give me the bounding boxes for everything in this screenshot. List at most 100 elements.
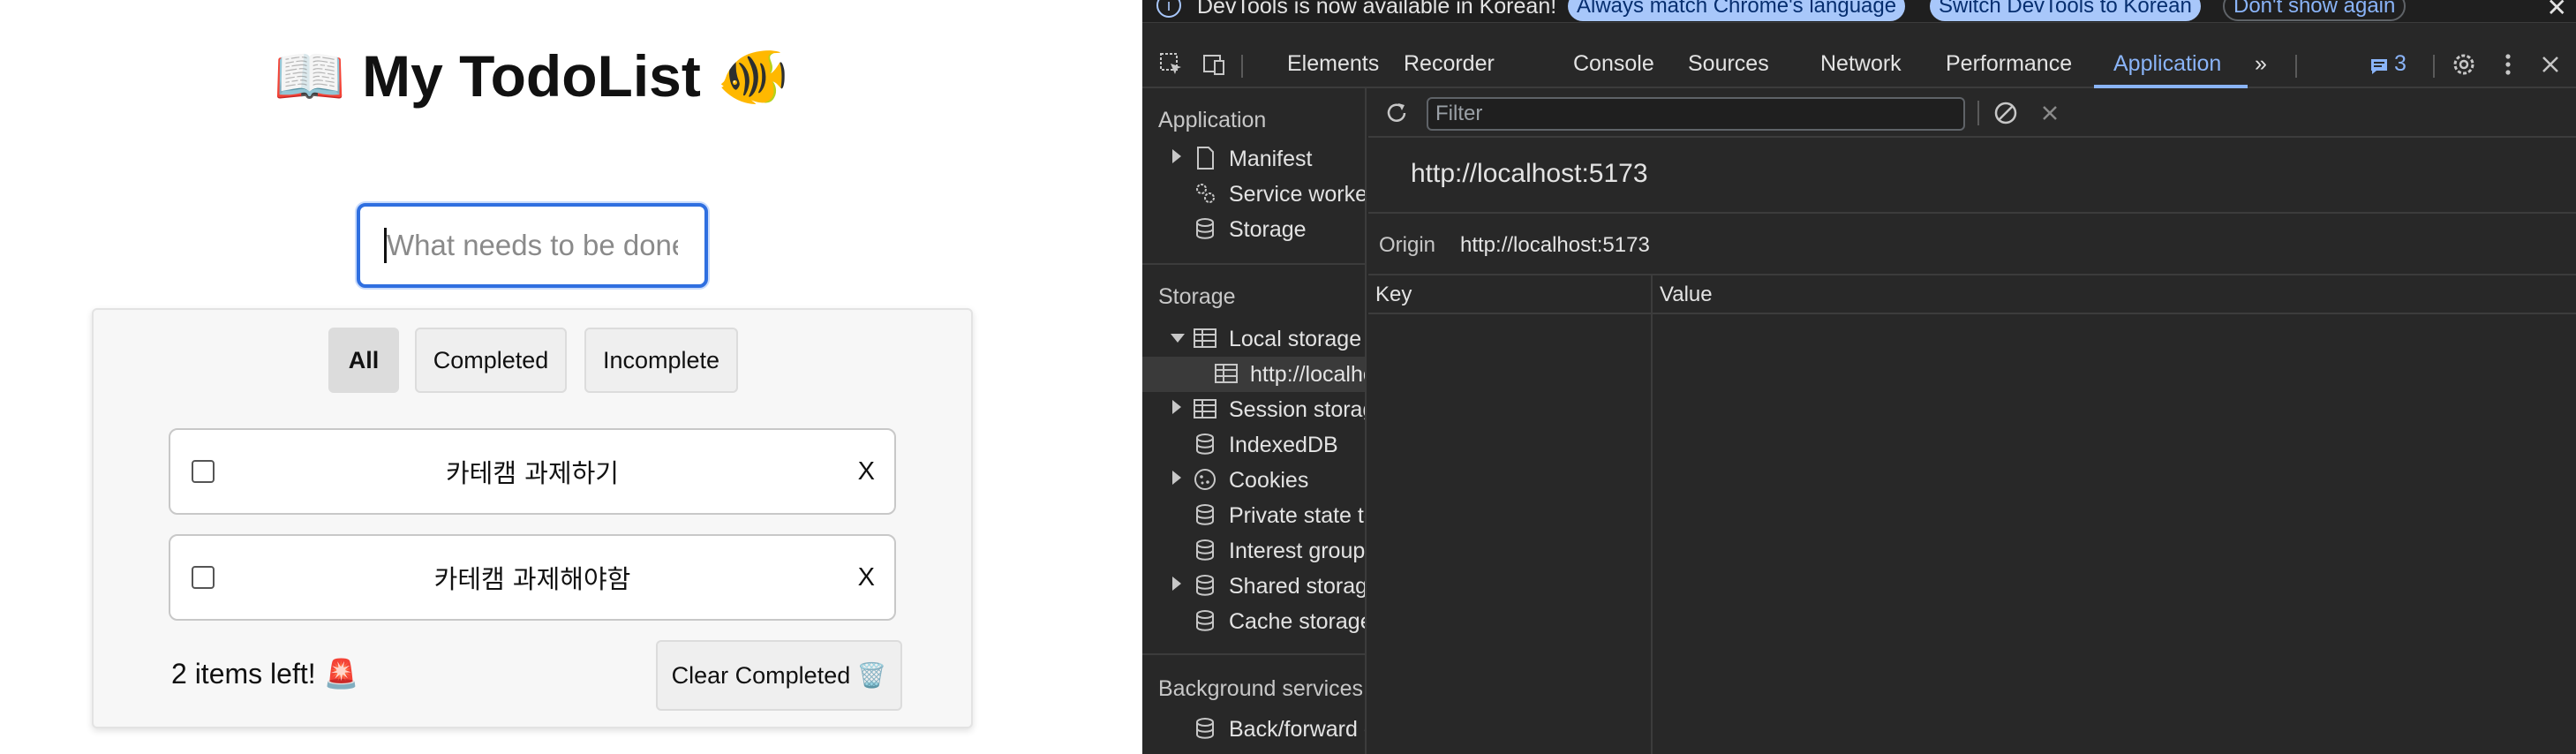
- local-storage-view: http://localhost:5173 Origin http://loca…: [1368, 88, 2576, 754]
- sidebar-item-shared-storage[interactable]: Shared storage: [1142, 569, 1367, 604]
- tab-sources[interactable]: Sources: [1688, 51, 1769, 77]
- infobar-text: DevTools is now available in Korean!: [1197, 0, 1557, 19]
- expand-arrow-icon[interactable]: [1172, 577, 1181, 591]
- inspect-element-icon[interactable]: [1158, 51, 1185, 78]
- storage-table-header: Key Value: [1368, 275, 2576, 314]
- items-left-count: 2 items left! 🚨: [171, 658, 359, 690]
- sidebar-item-manifest[interactable]: Manifest: [1142, 141, 1365, 177]
- gears-icon: [1196, 184, 1215, 203]
- sidebar-item-label: Session storage: [1229, 397, 1365, 422]
- toolbar-divider: [1977, 101, 1979, 125]
- toolbar-divider: [1241, 55, 1243, 78]
- language-infobar: i DevTools is now available in Korean! A…: [1142, 0, 2576, 23]
- sidebar-heading-application: Application: [1158, 108, 1267, 132]
- storage-toolbar: [1368, 88, 2576, 138]
- sidebar-item-label: Manifest: [1229, 147, 1313, 171]
- sidebar-item-label: IndexedDB: [1229, 433, 1338, 457]
- todo-text: 카테캠 과제하기: [446, 458, 619, 488]
- always-match-language-button[interactable]: Always match Chrome's language: [1568, 0, 1906, 21]
- cookie-icon: [1194, 469, 1216, 490]
- tab-application[interactable]: Application: [2113, 51, 2221, 77]
- sidebar-item-label: Private state tokens: [1229, 503, 1365, 528]
- expand-arrow-icon[interactable]: [1172, 149, 1181, 163]
- origin-label: Origin: [1379, 233, 1436, 257]
- table-icon: [1194, 399, 1216, 418]
- clear-completed-button[interactable]: Clear Completed 🗑️: [656, 640, 902, 711]
- column-header-key[interactable]: Key: [1375, 283, 1412, 307]
- origin-row: Origin http://localhost:5173: [1368, 212, 2576, 275]
- sidebar-item-interest-groups[interactable]: Interest groups: [1142, 533, 1365, 569]
- sidebar-item-service-workers[interactable]: Service workers: [1142, 177, 1367, 212]
- tab-recorder[interactable]: Recorder: [1404, 51, 1495, 77]
- sidebar-item-private-state-tokens[interactable]: Private state tokens: [1142, 498, 1365, 533]
- todo-item: 카테캠 과제하기 X: [169, 428, 896, 515]
- switch-to-korean-button[interactable]: Switch DevTools to Korean: [1930, 0, 2201, 21]
- todo-checkbox[interactable]: [192, 566, 215, 589]
- issues-count[interactable]: 3: [2394, 51, 2407, 77]
- database-icon: [1196, 575, 1214, 596]
- toolbar-divider: [2295, 55, 2297, 78]
- filter-incomplete-button[interactable]: Incomplete: [584, 328, 738, 393]
- sidebar-item-session-storage[interactable]: Session storage: [1142, 392, 1365, 427]
- page-title: 📖 My TodoList 🐠: [273, 43, 790, 109]
- todo-app: 📖 My TodoList 🐠 All Completed Incomplete…: [0, 0, 1142, 754]
- collapse-arrow-icon[interactable]: [1171, 334, 1185, 343]
- sidebar-item-cache-storage[interactable]: Cache storage: [1142, 604, 1367, 639]
- delete-todo-button[interactable]: X: [858, 457, 875, 486]
- text-caret: [384, 228, 387, 263]
- sidebar-item-localhost-origin[interactable]: http://localhost:5173: [1142, 357, 1365, 392]
- sidebar-item-back-forward-cache[interactable]: Back/forward cache: [1142, 712, 1365, 747]
- tab-console[interactable]: Console: [1573, 51, 1654, 77]
- sidebar-item-label: Cache storage: [1229, 609, 1367, 634]
- info-icon: i: [1156, 0, 1181, 18]
- application-sidebar: Application Manifest Service workers Sto…: [1142, 88, 1367, 754]
- sidebar-item-indexeddb[interactable]: IndexedDB: [1142, 427, 1365, 463]
- device-toolbar-icon[interactable]: [1201, 51, 1227, 78]
- sidebar-item-label: Back/forward cache: [1229, 717, 1365, 742]
- document-icon: [1197, 147, 1214, 170]
- sidebar-item-local-storage[interactable]: Local storage: [1142, 321, 1365, 357]
- sidebar-item-cookies[interactable]: Cookies: [1142, 463, 1365, 498]
- sidebar-item-storage[interactable]: Storage: [1142, 212, 1365, 247]
- database-icon: [1196, 218, 1214, 239]
- expand-arrow-icon[interactable]: [1172, 471, 1181, 485]
- filter-input[interactable]: [1427, 97, 1965, 131]
- database-icon: [1196, 434, 1214, 455]
- sidebar-divider: [1142, 653, 1365, 655]
- tab-elements[interactable]: Elements: [1287, 51, 1379, 77]
- issues-message-icon[interactable]: [2369, 57, 2389, 76]
- sidebar-item-label: Shared storage: [1229, 574, 1367, 599]
- delete-todo-button[interactable]: X: [858, 563, 875, 592]
- clear-all-block-icon[interactable]: [1992, 99, 2020, 127]
- new-todo-input[interactable]: [357, 203, 708, 288]
- table-icon: [1215, 364, 1238, 383]
- database-icon: [1196, 718, 1214, 739]
- dont-show-again-button[interactable]: Don't show again: [2223, 0, 2407, 21]
- column-divider: [1651, 275, 1653, 754]
- sidebar-divider: [1142, 263, 1365, 265]
- todo-checkbox[interactable]: [192, 460, 215, 483]
- close-icon[interactable]: ✕: [2547, 0, 2567, 22]
- delete-selected-icon[interactable]: [2037, 101, 2062, 125]
- database-icon: [1196, 539, 1214, 561]
- filter-completed-button[interactable]: Completed: [415, 328, 567, 393]
- devtools-panel: i DevTools is now available in Korean! A…: [1142, 0, 2576, 754]
- tab-performance[interactable]: Performance: [1946, 51, 2072, 77]
- settings-gear-icon[interactable]: [2451, 51, 2477, 78]
- refresh-icon[interactable]: [1382, 99, 1411, 127]
- tab-network[interactable]: Network: [1820, 51, 1902, 77]
- close-devtools-icon[interactable]: [2537, 51, 2564, 78]
- more-tabs-chevron-icon[interactable]: »: [2255, 51, 2267, 77]
- database-icon: [1196, 610, 1214, 631]
- sidebar-item-label: http://localhost:5173: [1250, 362, 1365, 387]
- expand-arrow-icon[interactable]: [1172, 400, 1181, 414]
- sidebar-item-label: Cookies: [1229, 468, 1309, 493]
- column-header-value[interactable]: Value: [1660, 283, 1713, 307]
- sidebar-item-label: Service workers: [1229, 182, 1367, 207]
- toolbar-divider: [2433, 55, 2435, 78]
- todo-text: 카테캠 과제해야함: [433, 564, 631, 594]
- origin-value: http://localhost:5173: [1460, 233, 1650, 257]
- more-options-kebab-icon[interactable]: [2495, 51, 2521, 78]
- filter-all-button[interactable]: All: [328, 328, 399, 393]
- sidebar-item-label: Storage: [1229, 217, 1307, 242]
